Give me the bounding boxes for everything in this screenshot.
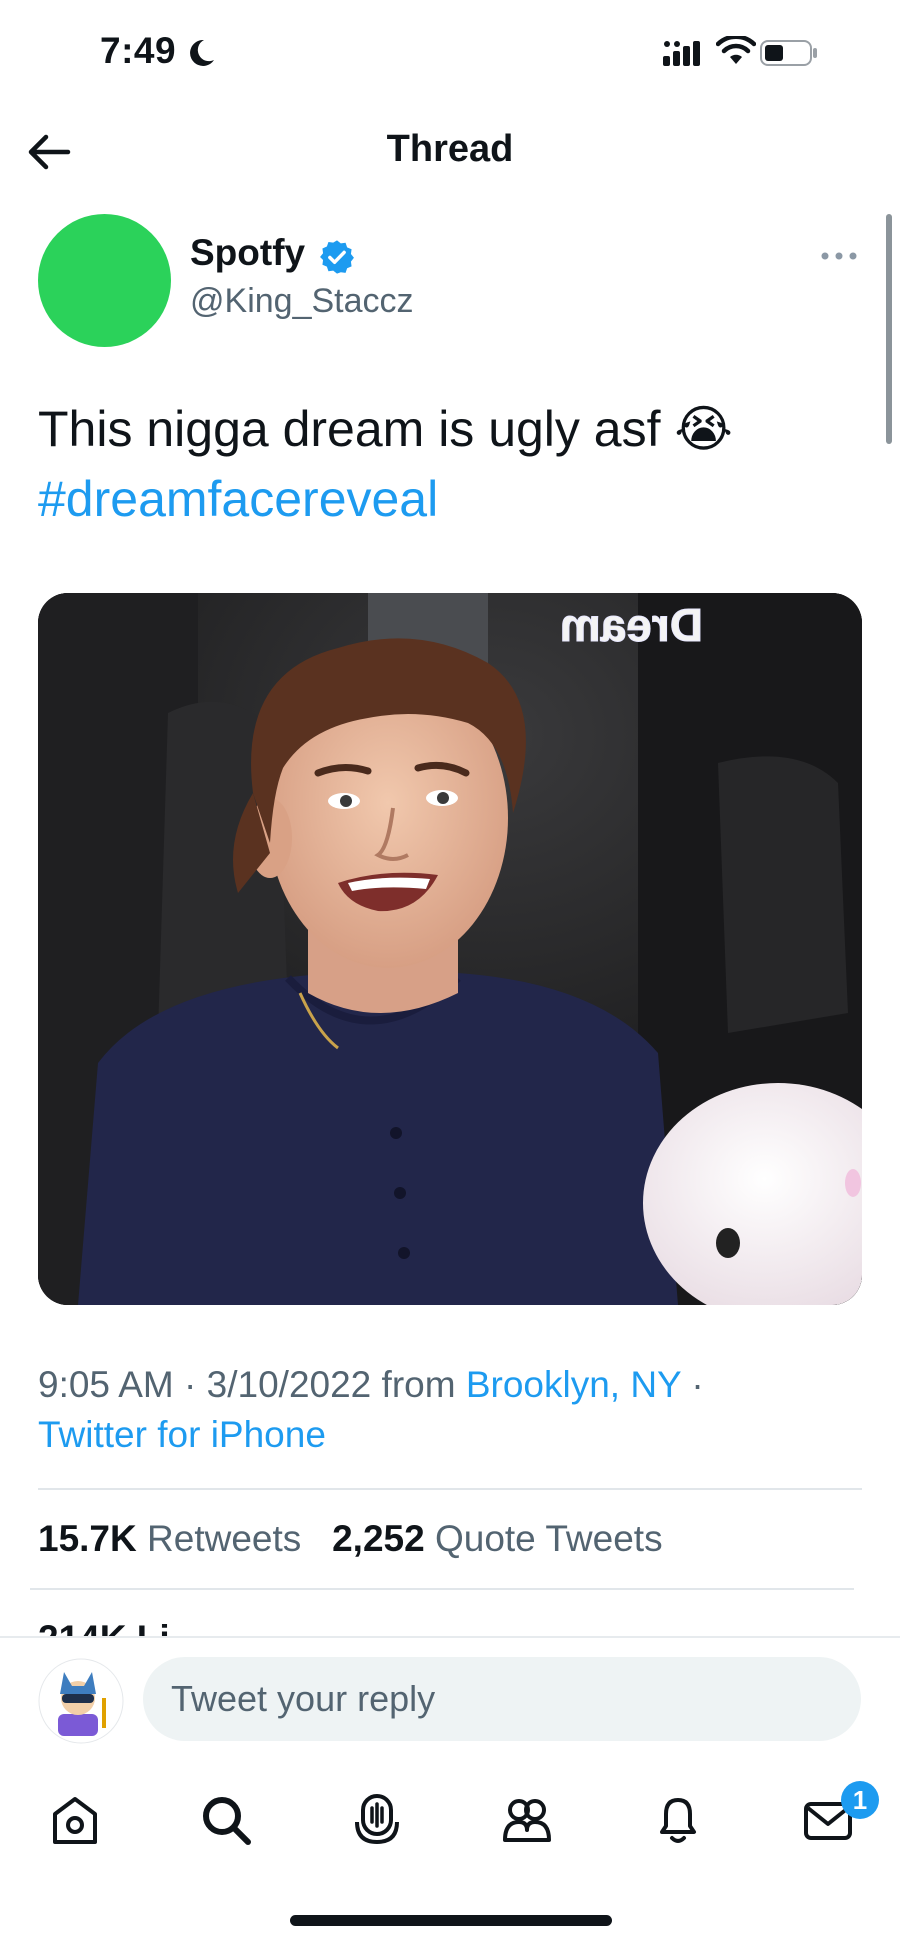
scrollbar[interactable] (886, 214, 892, 444)
media-photo: Dream (38, 593, 862, 1305)
author-handle[interactable]: @King_Staccz (190, 282, 414, 321)
retweets-stat[interactable]: 15.7K Retweets (38, 1518, 301, 1559)
status-time: 7:49 (100, 30, 177, 71)
tweet-text: This nigga dream is ugly asf 😭 (38, 401, 733, 457)
neon-sign-text: Dream (560, 599, 703, 651)
tweet-source-link[interactable]: Twitter for iPhone (38, 1414, 326, 1456)
page-title: Thread (386, 128, 514, 170)
from-label: from (381, 1364, 456, 1405)
tweet-media-image[interactable]: Dream (38, 593, 862, 1305)
battery-icon (760, 40, 817, 66)
tweet-hashtag-link[interactable]: #dreamfacereveal (38, 470, 438, 528)
author-avatar[interactable] (38, 214, 171, 347)
search-icon[interactable] (198, 1792, 254, 1848)
more-options-icon[interactable] (820, 248, 858, 264)
likes-stat[interactable]: 214K Li (38, 1618, 170, 1636)
divider (38, 1488, 862, 1490)
tweet-stats: 15.7K Retweets 2,252 Quote Tweets (38, 1518, 663, 1560)
meta-separator: · (184, 1364, 207, 1405)
author-name[interactable]: Spotfy (190, 232, 305, 274)
messages-badge: 1 (841, 1781, 879, 1819)
home-icon[interactable] (47, 1792, 103, 1848)
my-avatar[interactable] (38, 1658, 124, 1744)
wifi-icon (716, 36, 756, 64)
divider (30, 1588, 854, 1590)
notifications-icon[interactable] (650, 1792, 706, 1848)
home-indicator[interactable] (290, 1915, 612, 1926)
communities-icon[interactable] (499, 1792, 555, 1848)
quotes-label: Quote Tweets (434, 1518, 663, 1559)
quotes-stat[interactable]: 2,252 Quote Tweets (332, 1518, 663, 1559)
spaces-icon[interactable] (349, 1792, 405, 1848)
verified-badge-icon (320, 240, 354, 274)
meta-separator: · (691, 1364, 704, 1405)
quotes-count: 2,252 (332, 1518, 425, 1559)
tweet-time: 9:05 AM (38, 1364, 174, 1405)
retweets-count: 15.7K (38, 1518, 137, 1559)
cellular-icon (663, 41, 700, 66)
tweet-timestamp-line: 9:05 AM · 3/10/2022 from Brooklyn, NY · (38, 1364, 704, 1406)
tweet-date: 3/10/2022 (206, 1364, 372, 1405)
location-link[interactable]: Brooklyn, NY (466, 1364, 681, 1405)
retweets-label: Retweets (147, 1518, 302, 1559)
my-avatar-image (38, 1658, 124, 1744)
reply-input[interactable]: Tweet your reply (143, 1657, 861, 1741)
moon-icon (190, 39, 214, 66)
